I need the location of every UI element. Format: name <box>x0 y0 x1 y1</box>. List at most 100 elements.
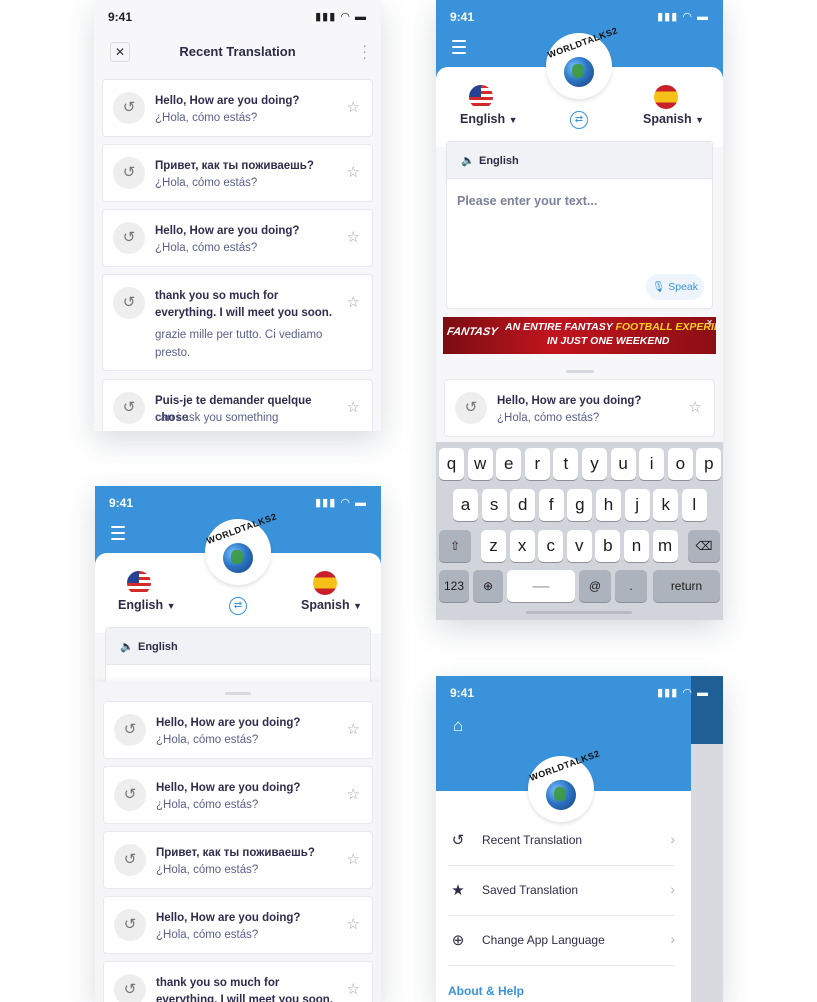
speaker-icon[interactable]: 🔈 <box>120 640 134 653</box>
translation-card[interactable]: ↺ Puis-je te demander quelque chose can … <box>102 379 373 431</box>
key-f[interactable]: f <box>538 489 564 521</box>
key-h[interactable]: h <box>596 489 621 521</box>
key-g[interactable]: g <box>567 489 593 521</box>
globe-icon: ⊕ <box>451 932 465 949</box>
ad-banner[interactable]: FANTASY AN ENTIRE FANTASY FOOTBALL EXPER… <box>443 317 716 354</box>
status-icons: ▮▮▮ ◠ ▬ <box>315 497 367 509</box>
translation-card[interactable]: ↺ Привет, как ты поживаешь? ¿Hola, cómo … <box>102 144 373 202</box>
drawer-item-recent-translation[interactable]: ↺ Recent Translation › <box>448 815 675 866</box>
caret-down-icon: ▼ <box>508 115 518 125</box>
star-icon: ★ <box>451 882 465 899</box>
input-box: 🔈 English <box>105 627 371 689</box>
about-help-heading: About & Help <box>448 984 524 998</box>
key-b[interactable]: b <box>595 530 621 562</box>
input-header: 🔈 English <box>106 628 370 665</box>
status-bar: 9:41 ▮▮▮ ◠ ▬ <box>108 10 367 24</box>
key-w[interactable]: w <box>467 448 493 480</box>
key-d[interactable]: d <box>510 489 536 521</box>
drawer-item-saved-translation[interactable]: ★ Saved Translation › <box>448 865 675 916</box>
translation-card[interactable]: ↺ Hello, How are you doing? ¿Hola, cómo … <box>103 701 373 759</box>
drawer-panel: 9:41 ▮▮▮ ◠ ▬ ⌂ WORLDTALKS2 ↺ Recent Tran… <box>436 676 708 1002</box>
at-key[interactable]: @ <box>579 570 611 602</box>
key-m[interactable]: m <box>652 530 678 562</box>
star-icon[interactable]: ☆ <box>347 293 360 311</box>
source-language-select[interactable]: English ▼ <box>118 598 176 612</box>
globe-icon: ⊕ <box>482 579 494 593</box>
key-x[interactable]: x <box>509 530 535 562</box>
star-icon[interactable]: ☆ <box>347 980 360 998</box>
star-icon[interactable]: ☆ <box>347 398 360 416</box>
globe-logo-icon <box>546 780 576 810</box>
status-icons: ▮▮▮ ◠ ▬ <box>315 11 367 23</box>
key-n[interactable]: n <box>624 530 649 562</box>
drawer-item-change-app-language[interactable]: ⊕ Change App Language › <box>448 915 675 966</box>
caret-down-icon: ▼ <box>695 115 705 125</box>
return-key[interactable]: return <box>653 570 720 602</box>
home-icon[interactable]: ⌂ <box>453 716 463 736</box>
speaker-icon[interactable]: 🔈 <box>461 154 475 167</box>
star-icon[interactable]: ☆ <box>689 398 702 416</box>
key-v[interactable]: v <box>566 530 592 562</box>
star-icon[interactable]: ☆ <box>347 785 360 803</box>
key-s[interactable]: s <box>481 489 507 521</box>
translation-card[interactable]: ↺ Hello, How are you doing? ¿Hola, cómo … <box>102 209 373 267</box>
globe-logo-icon <box>223 543 253 573</box>
key-r[interactable]: r <box>524 448 550 480</box>
source-language-select[interactable]: English ▼ <box>460 112 518 126</box>
key-e[interactable]: e <box>496 448 522 480</box>
status-bar: 9:41 ▮▮▮ ◠ ▬ <box>109 496 367 510</box>
star-icon[interactable]: ☆ <box>347 915 360 933</box>
sheet-handle <box>225 692 251 695</box>
recent-translation-screen: 9:41 ▮▮▮ ◠ ▬ ✕ Recent Translation · · · ↺ … <box>94 0 381 431</box>
key-t[interactable]: t <box>553 448 579 480</box>
swap-languages-icon[interactable]: ⇄ <box>229 597 247 615</box>
key-l[interactable]: l <box>681 489 707 521</box>
backspace-key[interactable]: ⌫ <box>688 530 720 562</box>
translation-card[interactable]: ↺ Привет, как ты поживаешь? ¿Hola, cómo … <box>103 831 373 889</box>
key-y[interactable]: y <box>582 448 607 480</box>
translation-card[interactable]: ↺ Hello, How are you doing? ¿Hola, cómo … <box>103 766 373 824</box>
key-a[interactable]: a <box>453 489 478 521</box>
target-language-select[interactable]: Spanish ▼ <box>643 112 704 126</box>
translation-card[interactable]: ↺ Hello, How are you doing? ¿Hola, cómo … <box>102 79 373 137</box>
key-q[interactable]: q <box>439 448 464 480</box>
speak-button[interactable]: 🎙 Speak <box>646 274 704 300</box>
us-flag-icon <box>127 571 151 595</box>
key-o[interactable]: o <box>667 448 693 480</box>
key-c[interactable]: c <box>538 530 564 562</box>
sheet-handle <box>566 370 594 373</box>
more-options-icon[interactable]: · · · <box>362 38 367 64</box>
globe-key[interactable]: ⊕ <box>473 570 503 602</box>
swap-languages-icon[interactable]: ⇄ <box>570 111 588 129</box>
menu-icon[interactable] <box>452 40 466 58</box>
history-icon: ↺ <box>114 974 146 1002</box>
ad-close-icon[interactable]: ✕ <box>706 318 713 327</box>
key-z[interactable]: z <box>481 530 506 562</box>
status-bar: 9:41 ▮▮▮ ◠ ▬ <box>450 10 709 24</box>
key-k[interactable]: k <box>653 489 679 521</box>
translation-card[interactable]: ↺ thank you so much for everything. I wi… <box>102 274 373 371</box>
app-logo: WORLDTALKS2 <box>205 511 278 585</box>
translation-card[interactable]: ↺ Hello, How are you doing? ¿Hola, cómo … <box>103 896 373 954</box>
history-icon: ↺ <box>113 222 145 254</box>
key-j[interactable]: j <box>624 489 650 521</box>
history-icon: ↺ <box>113 92 145 124</box>
star-icon[interactable]: ☆ <box>347 98 360 116</box>
numbers-key[interactable]: 123 <box>439 570 469 602</box>
star-icon[interactable]: ☆ <box>347 163 360 181</box>
shift-key[interactable]: ⇧ <box>439 530 471 562</box>
star-icon[interactable]: ☆ <box>347 228 360 246</box>
translator-screen: 9:41 ▮▮▮ ◠ ▬ WORLDTALKS2 English ▼ ⇄ Spa… <box>436 0 723 620</box>
dot-key[interactable]: . <box>615 570 647 602</box>
translation-card[interactable]: ↺ thank you so much for everything. I wi… <box>103 961 373 1002</box>
key-u[interactable]: u <box>610 448 636 480</box>
translation-card[interactable]: ↺ Hello, How are you doing? ¿Hola, cómo … <box>444 379 715 437</box>
text-input[interactable]: Please enter your text... <box>457 194 597 208</box>
menu-icon[interactable] <box>111 526 125 544</box>
key-p[interactable]: p <box>696 448 722 480</box>
target-language-select[interactable]: Spanish ▼ <box>301 598 362 612</box>
star-icon[interactable]: ☆ <box>347 720 360 738</box>
key-i[interactable]: i <box>639 448 665 480</box>
star-icon[interactable]: ☆ <box>347 850 360 868</box>
space-key[interactable]: — <box>507 570 575 602</box>
